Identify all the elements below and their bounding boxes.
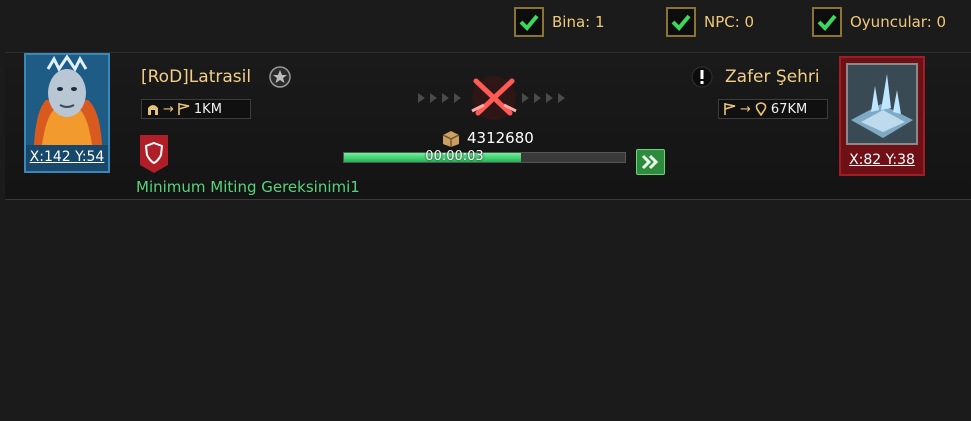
star-icon[interactable] (269, 66, 291, 88)
filter-label-players: Oyuncular: 0 (850, 13, 947, 31)
march-timer: 00:00:03 (425, 149, 484, 164)
checkbox-players[interactable] (812, 7, 842, 37)
check-icon (671, 14, 691, 31)
rally-requirement-text: Minimum Miting Gereksinimi1 (136, 178, 360, 196)
attacker-name[interactable]: [RoD]Latrasil (141, 67, 251, 87)
checkbox-npc[interactable] (666, 7, 696, 37)
speed-up-button[interactable] (636, 149, 665, 175)
flag-icon (178, 103, 190, 115)
attacker-distance: 1KM (193, 101, 222, 117)
attacker-avatar (26, 55, 108, 145)
arrow-right-icon: → (163, 101, 174, 117)
crossed-swords-icon (418, 76, 565, 120)
info-alert-icon[interactable] (691, 66, 713, 88)
arrow-right-icon: → (740, 101, 751, 117)
filter-npc[interactable]: NPC: 0 (666, 6, 754, 38)
helmet-icon (148, 105, 158, 115)
target-portrait[interactable]: X:82 Y:38 (839, 56, 925, 176)
shield-banner-icon[interactable] (138, 135, 170, 173)
target-coordinates[interactable]: X:82 Y:38 (841, 152, 923, 168)
flag-icon (724, 103, 736, 115)
filter-buildings[interactable]: Bina: 1 (514, 6, 605, 38)
filter-label-npc: NPC: 0 (704, 13, 755, 31)
resource-crate-icon (442, 131, 460, 147)
march-load: 4312680 (467, 129, 534, 147)
location-pin-icon (755, 102, 767, 116)
target-city-image (846, 63, 918, 145)
attacker-portrait[interactable]: X:142 Y:54 (24, 53, 110, 173)
target-name[interactable]: Zafer Şehri (725, 67, 820, 87)
attacker-distance-chip: → 1KM (141, 99, 251, 119)
filter-players[interactable]: Oyuncular: 0 (812, 6, 946, 38)
double-chevron-right-icon (641, 154, 658, 170)
check-icon (817, 14, 837, 31)
checkbox-buildings[interactable] (514, 7, 544, 37)
target-distance: 67KM (770, 101, 808, 117)
march-card: X:142 Y:54 [RoD]Latrasil → 1KM Minimum M… (5, 52, 971, 200)
target-distance-chip: → 67KM (718, 99, 828, 119)
check-icon (519, 14, 539, 31)
attacker-coordinates[interactable]: X:142 Y:54 (26, 149, 108, 165)
filter-label-buildings: Bina: 1 (552, 13, 605, 31)
